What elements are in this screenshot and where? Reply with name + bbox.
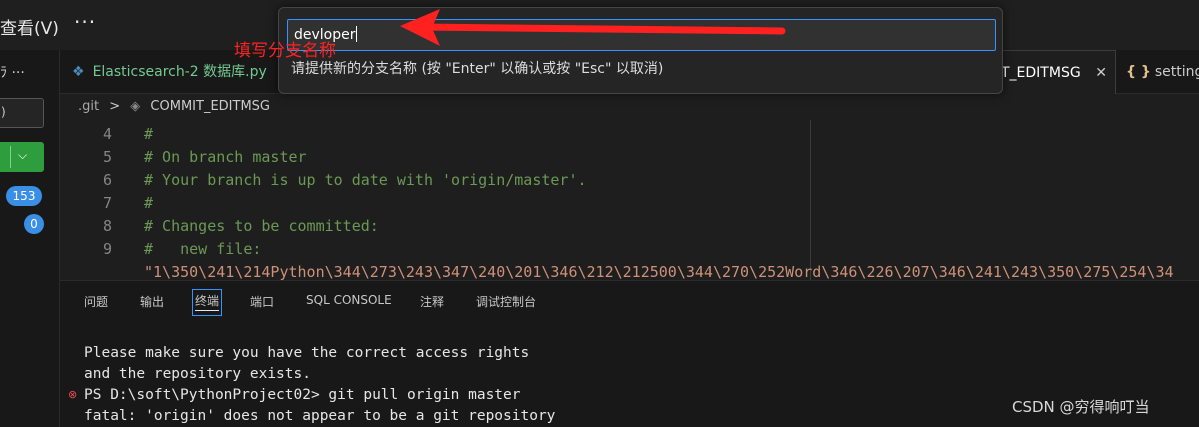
branch-name-hint: 请提供新的分支名称 (按 "Enter" 以确认或按 "Esc" 以取消) xyxy=(291,61,664,77)
terminal-line: and the repository exists. xyxy=(84,366,311,382)
breadcrumb: .git > ◈ COMMIT_EDITMSG xyxy=(78,96,270,118)
sidebar-actions[interactable]: ﾗ ··· xyxy=(0,62,25,82)
python-file-icon: ❖ xyxy=(72,64,85,80)
commit-button[interactable]: ⌵ xyxy=(0,142,44,172)
tab-output[interactable]: 输出 xyxy=(140,293,164,310)
file-icon: ◈ xyxy=(130,99,141,114)
json-file-icon: { } xyxy=(1126,64,1151,80)
tab-ports[interactable]: 端口 xyxy=(250,293,274,310)
line-text: "1\350\241\214Python\344\273\243\347\240… xyxy=(144,263,1174,280)
tab-debug-console[interactable]: 调试控制台 xyxy=(476,293,536,310)
line-text: # On branch master xyxy=(144,148,307,166)
chevron-down-icon[interactable]: ⌵ xyxy=(18,148,27,163)
breadcrumb-file[interactable]: COMMIT_EDITMSG xyxy=(150,99,270,114)
tab-settings[interactable]: { } setting xyxy=(1126,50,1199,94)
branch-name-input[interactable]: devloper xyxy=(287,19,996,51)
terminal-line: Please make sure you have the correct ac… xyxy=(84,345,530,361)
line-text: # xyxy=(144,194,154,212)
tab-sql-console[interactable]: SQL CONSOLE xyxy=(306,293,392,307)
menu-view[interactable]: 查看(V) xyxy=(0,14,59,39)
breadcrumb-separator: > xyxy=(109,99,121,114)
tab-commit-editmsg[interactable]: T_EDITMSG ✕ xyxy=(996,50,1116,94)
error-marker-icon: ⊗ xyxy=(68,388,78,401)
line-number: 8 xyxy=(102,217,112,235)
line-number: 4 xyxy=(102,125,112,143)
commit-message-input[interactable]: ) xyxy=(0,98,44,128)
tab-label: Elasticsearch-2 数据库.py xyxy=(92,64,267,80)
breadcrumb-folder[interactable]: .git xyxy=(78,99,99,114)
editor-ruler xyxy=(810,120,811,280)
staged-count-badge: 0 xyxy=(24,214,44,234)
watermark: CSDN @穷得响叮当 xyxy=(1012,398,1150,416)
line-number: 6 xyxy=(102,171,112,189)
tab-label: setting xyxy=(1154,64,1199,80)
tab-terminal[interactable]: 终端 xyxy=(192,289,223,316)
line-text: # xyxy=(144,125,154,143)
line-text: # new file: xyxy=(144,240,262,258)
branch-name-quick-input: devloper 请提供新的分支名称 (按 "Enter" 以确认或按 "Esc… xyxy=(278,7,1003,94)
more-menu-icon[interactable]: ··· xyxy=(74,10,96,34)
line-number: 7 xyxy=(102,194,112,212)
line-text: # Your branch is up to date with 'origin… xyxy=(144,171,587,189)
close-icon[interactable]: ✕ xyxy=(1095,51,1107,94)
text-caret xyxy=(355,26,357,42)
source-control-sidebar: ﾗ ··· ) ⌵ 153 0 xyxy=(0,50,60,427)
tab-comments[interactable]: 注释 xyxy=(420,293,444,310)
line-text: # Changes to be committed: xyxy=(144,217,379,235)
tab-label: T_EDITMSG xyxy=(1001,65,1081,81)
changes-count-badge: 153 xyxy=(6,186,42,206)
annotation-label: 填写分支名称 xyxy=(234,41,336,61)
line-number: 5 xyxy=(102,148,112,166)
commit-button-divider xyxy=(10,146,11,168)
editor-content[interactable]: 4 # 5 # On branch master 6 # Your branch is… xyxy=(60,120,1199,280)
terminal-line: PS D:\soft\PythonProject02> git pull ori… xyxy=(84,387,521,403)
line-number: 9 xyxy=(102,240,112,258)
terminal-line: fatal: 'origin' does not appear to be a … xyxy=(84,408,556,424)
tab-problems[interactable]: 问题 xyxy=(84,293,108,310)
tab-label: 终端 xyxy=(195,294,220,311)
